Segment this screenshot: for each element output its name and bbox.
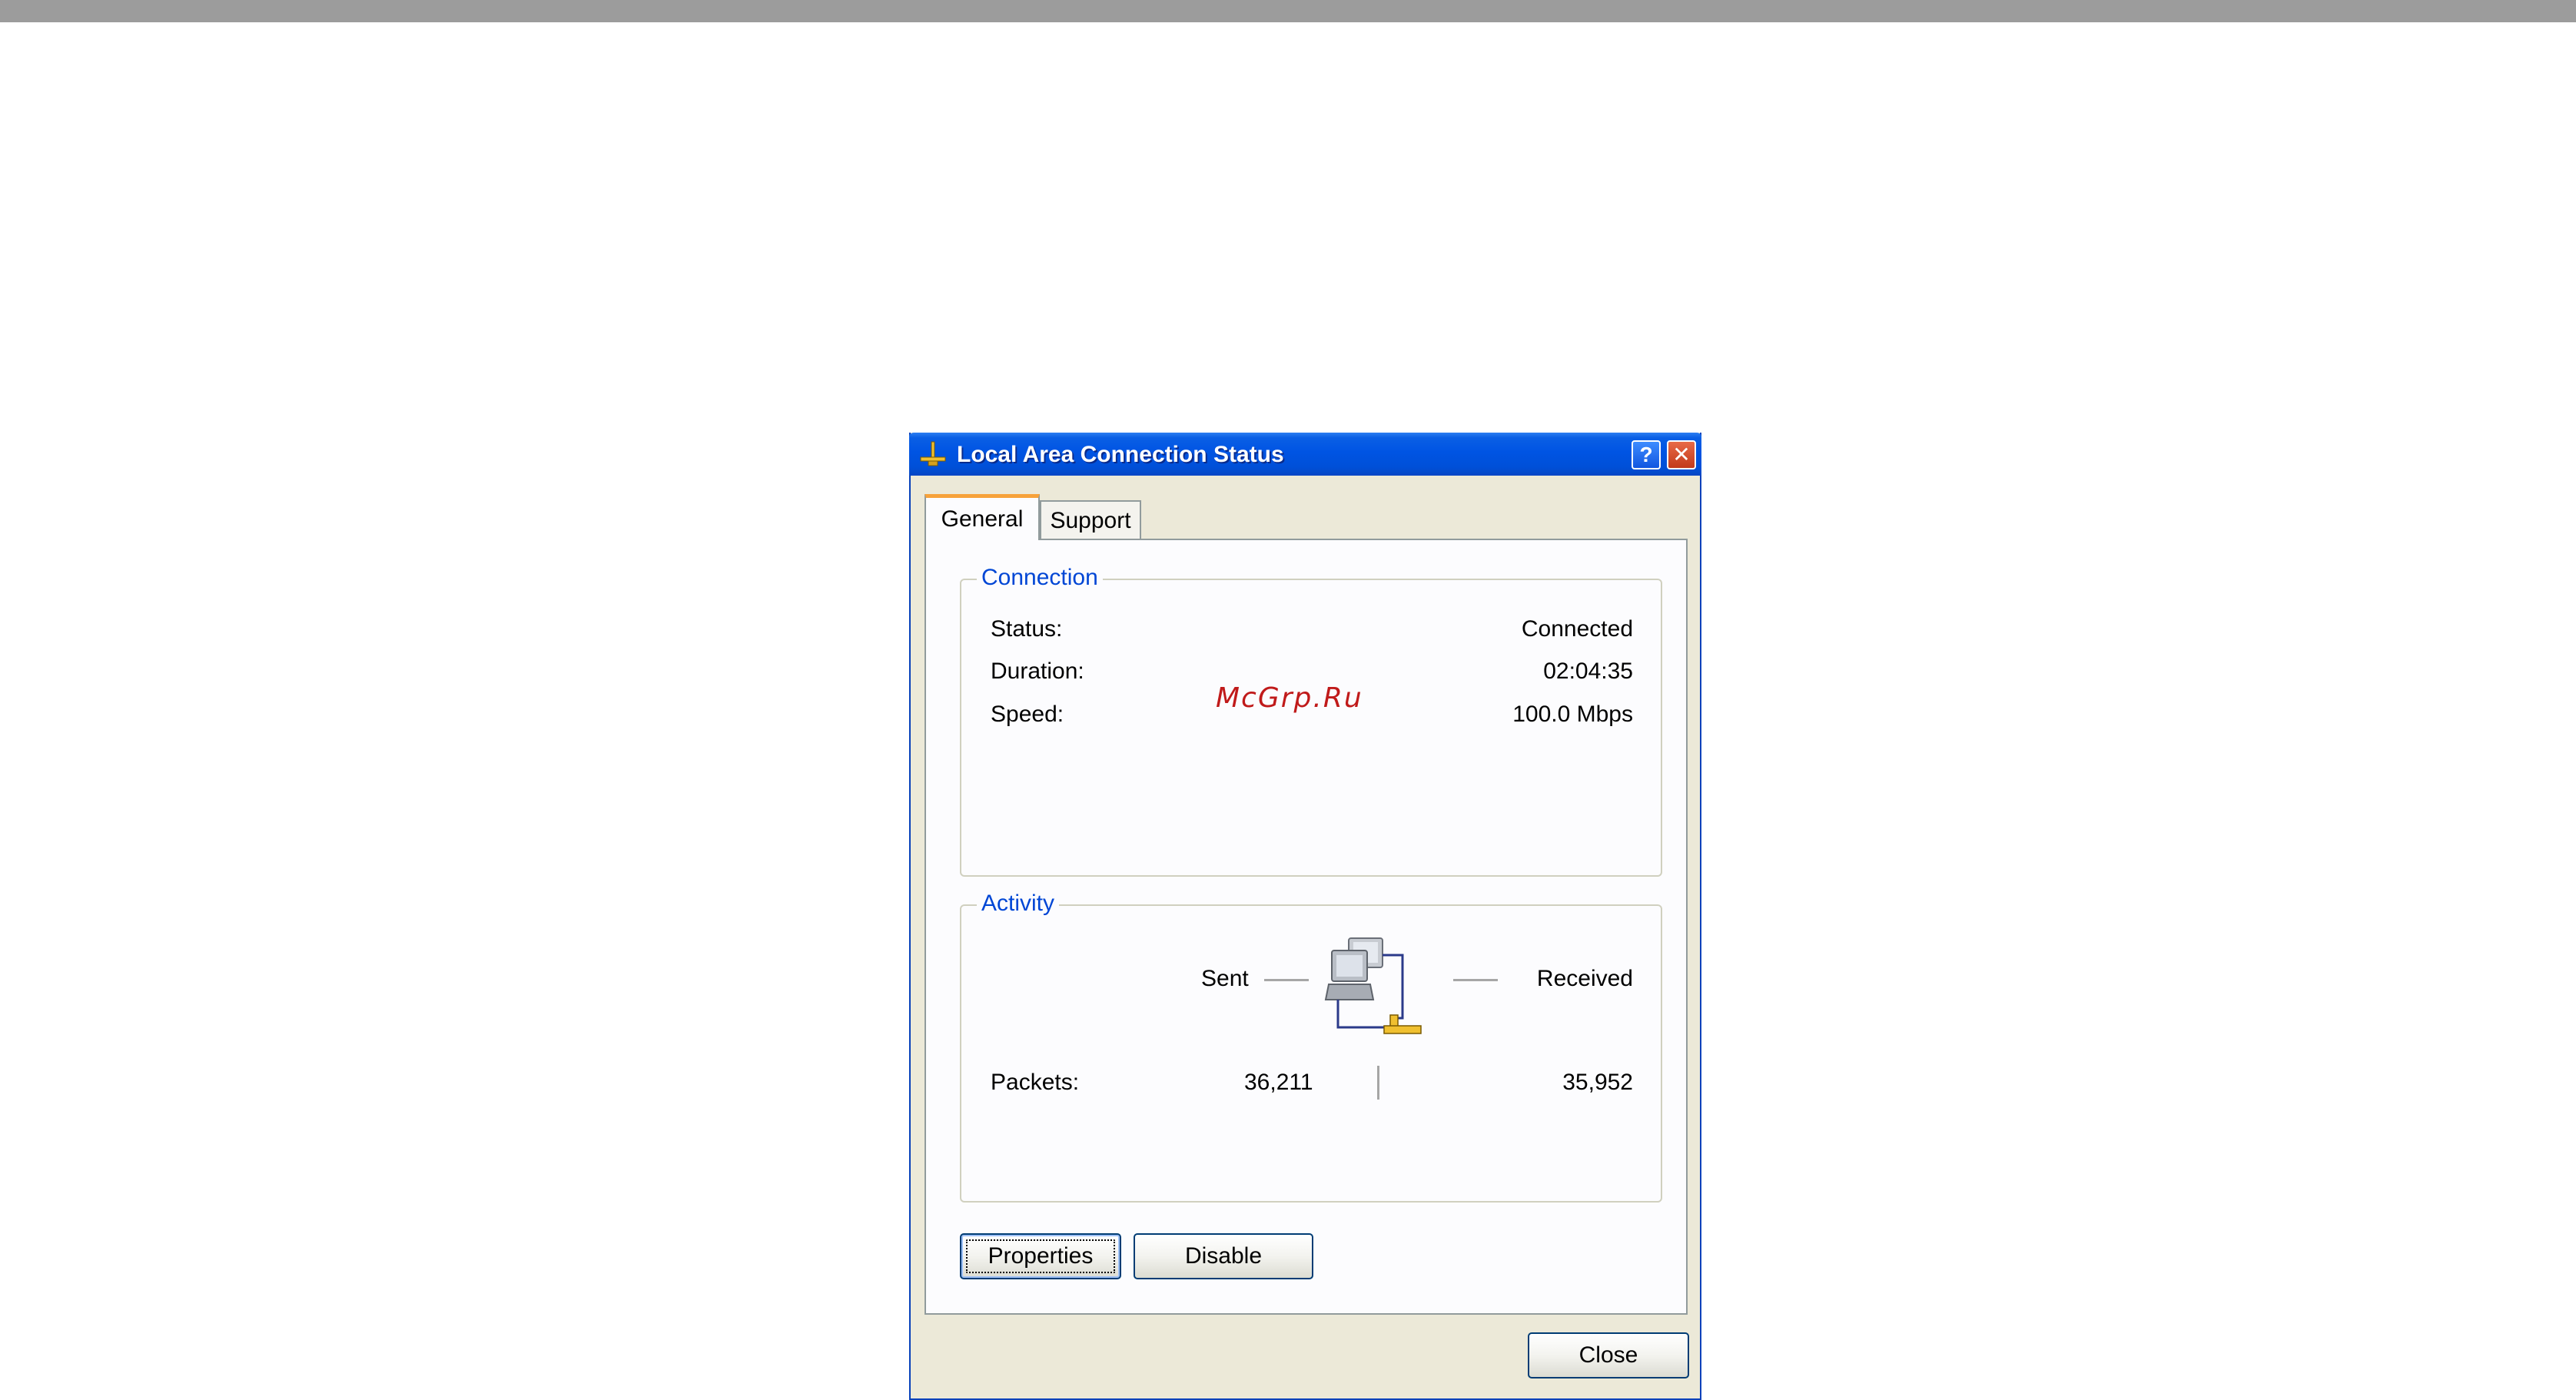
properties-button-label: Properties [988,1243,1094,1269]
close-button-label: Close [1578,1342,1638,1368]
help-icon: ? [1639,443,1653,466]
close-button[interactable]: Close [1528,1332,1689,1378]
packets-label: Packets: [991,1070,1080,1095]
connection-legend: Connection [977,565,1103,591]
tab-support-label: Support [1050,508,1131,533]
received-label: Received [1536,966,1633,991]
packets-divider [1377,1066,1379,1100]
packets-received-value: 35,952 [1562,1070,1633,1095]
network-connection-icon [920,441,946,466]
close-icon: ✕ [1672,443,1691,466]
disable-button-label: Disable [1184,1243,1263,1269]
status-label: Status: [991,616,1063,642]
duration-label: Duration: [991,659,1084,684]
sent-label: Sent [1201,966,1249,991]
activity-groupbox: Activity Sent Received Packets: 36,211 3… [960,891,1662,1203]
status-value: Connected [1521,616,1633,642]
packets-sent-value: 36,211 [1244,1070,1313,1095]
tab-general-label: General [941,506,1024,532]
sent-line [1264,979,1309,981]
disable-button[interactable]: Disable [1134,1233,1313,1279]
properties-button[interactable]: Properties [960,1233,1121,1279]
speed-value: 100.0 Mbps [1512,702,1633,727]
page-top-bar [0,0,2576,22]
help-button[interactable]: ? [1632,440,1661,469]
activity-legend: Activity [977,891,1060,917]
general-tab-panel: Connection Status: Connected Duration: 0… [925,539,1688,1315]
tab-general[interactable]: General [925,494,1040,540]
close-window-button[interactable]: ✕ [1667,440,1696,469]
received-line [1453,979,1498,981]
window-title: Local Area Connection Status [957,442,1284,467]
title-bar[interactable]: Local Area Connection Status ? ✕ [909,433,1701,476]
tab-support[interactable]: Support [1040,500,1141,540]
network-computers-icon [1324,937,1422,1034]
duration-value: 02:04:35 [1543,659,1633,684]
speed-label: Speed: [991,702,1064,727]
connection-status-window: Local Area Connection Status ? ✕ General… [909,433,1701,1400]
connection-groupbox: Connection Status: Connected Duration: 0… [960,565,1662,877]
